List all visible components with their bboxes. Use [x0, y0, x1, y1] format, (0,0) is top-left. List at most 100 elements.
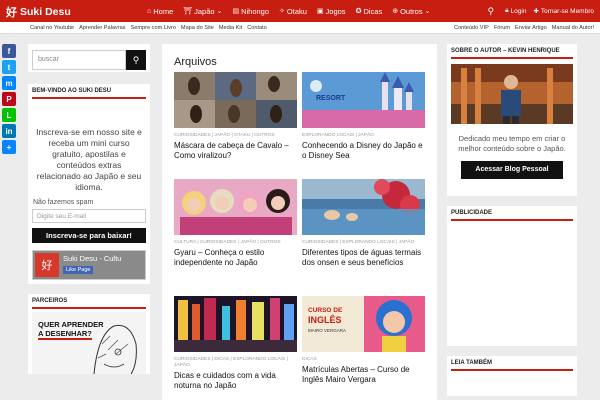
- subnav-forum[interactable]: Fórum: [494, 25, 510, 31]
- disney-resort-image: RESORT: [302, 72, 425, 128]
- author-widget: Sobre o autor – Kevin Henrique Dedicado …: [447, 44, 577, 196]
- nav-outros[interactable]: ⊕ Outros ⌄: [387, 0, 435, 22]
- left-sidebar: buscar ⚲ Bem-vindo ao Suki Desu Inscreva…: [28, 44, 150, 374]
- read-also-title: Leia também: [451, 360, 573, 371]
- nav-home[interactable]: ⌂ Home: [142, 0, 178, 22]
- post-card[interactable]: Curiosidades | Japão | Otaku | Outros Má…: [174, 72, 297, 161]
- post-thumbnail[interactable]: CURSO DE INGLÊS MAIRO VERGARA: [302, 296, 425, 352]
- post-card[interactable]: Curiosidades | Explorando Locais | Japão…: [302, 179, 425, 268]
- post-card[interactable]: RESORT Explorando Locais | Japão Conhece…: [302, 72, 425, 161]
- facebook-page-box[interactable]: 好 Suki Desu - Cultu Like Page: [32, 250, 146, 280]
- site-logo[interactable]: 好 Suki Desu: [6, 4, 71, 20]
- login-label: Login: [510, 7, 527, 15]
- line-share-icon[interactable]: L: [2, 108, 16, 122]
- nav-otaku[interactable]: ✧ Otaku: [274, 0, 312, 22]
- user-plus-icon: ✚: [533, 8, 539, 15]
- subnav-vip[interactable]: Conteúdo VIP: [454, 25, 489, 31]
- nav-jogos[interactable]: ▣ Jogos: [312, 0, 351, 22]
- personal-blog-button[interactable]: Acessar Blog Pessoal: [461, 161, 563, 179]
- course-badge-line2: INGLÊS: [308, 314, 342, 325]
- twitter-share-icon[interactable]: t: [2, 60, 16, 74]
- post-card[interactable]: Cultura | Curiosidades | Japão | Outros …: [174, 179, 297, 268]
- post-thumbnail[interactable]: [302, 179, 425, 235]
- member-link[interactable]: ✚ Tornar-se Membro: [533, 7, 594, 16]
- nav-nihongo[interactable]: ▤ Nihongo: [227, 0, 274, 22]
- sketch-drawing-image: [93, 324, 137, 374]
- partners-widget: Parceiros Quer aprender a desenhar?: [28, 294, 150, 374]
- nav-label: Dicas: [363, 6, 383, 16]
- subnav-contato[interactable]: Contato: [247, 25, 267, 31]
- pinterest-share-icon[interactable]: P: [2, 92, 16, 106]
- post-thumbnail[interactable]: RESORT: [302, 72, 425, 128]
- subnav-enviar[interactable]: Enviar Artigo: [515, 25, 547, 31]
- nav-japao[interactable]: ⛩ Japão ⌄: [178, 0, 227, 22]
- chevron-down-icon: ⌄: [424, 8, 431, 15]
- like-page-button[interactable]: Like Page: [63, 266, 94, 274]
- lock-icon: 🔒︎: [505, 7, 509, 14]
- subnav-manual[interactable]: Manual do Autor!: [552, 25, 594, 31]
- post-thumbnail[interactable]: [174, 179, 297, 235]
- post-title[interactable]: Matrículas Abertas – Curso de Inglês Mai…: [302, 365, 425, 385]
- archive-main: Arquivos Curiosidades | Japão | Otaku | …: [162, 44, 437, 400]
- subscribe-button[interactable]: Inscreva-se para baixar!: [32, 228, 146, 243]
- post-title[interactable]: Gyaru – Conheça o estilo independente no…: [174, 248, 297, 268]
- game-icon: ▣: [316, 8, 324, 15]
- post-thumbnail[interactable]: [174, 72, 297, 128]
- post-title[interactable]: Dicas e cuidados com a vida noturna no J…: [174, 371, 297, 391]
- author-photo: [451, 64, 573, 124]
- post-title[interactable]: Máscara de cabeça de Cavalo – Como viral…: [174, 141, 297, 161]
- search-input[interactable]: buscar: [32, 50, 126, 70]
- share-bar: f t m P L in +: [2, 44, 17, 154]
- messenger-share-icon[interactable]: m: [2, 76, 16, 90]
- post-card[interactable]: CURSO DE INGLÊS MAIRO VERGARA Dicas Matr…: [302, 296, 425, 385]
- post-title[interactable]: Diferentes tipos de águas termais dos on…: [302, 248, 425, 268]
- lightbulb-icon: ✪: [355, 8, 362, 15]
- search-icon[interactable]: ⚲: [487, 6, 494, 17]
- linkedin-share-icon[interactable]: in: [2, 124, 16, 138]
- subnav-mediakit[interactable]: Media Kit: [219, 25, 242, 31]
- search-button[interactable]: ⚲: [126, 50, 146, 70]
- nav-label: Outros: [400, 6, 423, 16]
- japan-icon: ⛩: [183, 8, 193, 15]
- course-badge-line1: CURSO DE: [308, 307, 343, 314]
- post-categories[interactable]: Cultura | Curiosidades | Japão | Outros: [174, 240, 297, 246]
- welcome-widget: Bem-vindo ao Suki Desu Inscreva-se em no…: [28, 84, 150, 284]
- facebook-page-logo: 好: [35, 253, 59, 277]
- night-life-image: [174, 296, 297, 352]
- logo-icon: 好: [6, 7, 17, 19]
- course-badge-line3: MAIRO VERGARA: [308, 328, 346, 333]
- subnav-palavras[interactable]: Aprender Palavras: [79, 25, 125, 31]
- facebook-share-icon[interactable]: f: [2, 44, 16, 58]
- post-categories[interactable]: Curiosidades | Japão | Otaku | Outros: [174, 133, 297, 139]
- post-categories[interactable]: Curiosidades | Explorando Locais | Japão: [302, 240, 425, 246]
- language-icon: ▤: [232, 8, 240, 15]
- post-card[interactable]: Curiosidades | Dicas | Explorando Locais…: [174, 296, 297, 391]
- subnav-youtube[interactable]: Canal no Youtube: [30, 25, 74, 31]
- onsen-image: [302, 179, 425, 235]
- nav-right: ⚲ 🔒︎ Login ✚ Tornar-se Membro: [487, 0, 594, 22]
- more-share-icon[interactable]: +: [2, 140, 16, 154]
- nav-label: Nihongo: [241, 6, 270, 16]
- plus-icon: ⊕: [392, 8, 399, 15]
- post-categories[interactable]: Curiosidades | Dicas | Explorando Locais…: [174, 357, 297, 369]
- top-navbar: 好 Suki Desu ⌂ Home ⛩ Japão ⌄ ▤ Nihongo ✧ Otak…: [0, 0, 600, 22]
- post-thumbnail[interactable]: [174, 296, 297, 352]
- post-categories[interactable]: Dicas: [302, 357, 425, 363]
- search-icon: ⚲: [132, 54, 140, 65]
- ads-widget: Publicidade: [447, 206, 577, 346]
- subnav-livro[interactable]: Sempre com Livro: [131, 25, 176, 31]
- email-field[interactable]: Digite seu E-mail: [32, 209, 146, 223]
- chevron-down-icon: ⌄: [216, 8, 223, 15]
- subnav-mapa[interactable]: Mapa do Site: [181, 25, 214, 31]
- author-title: Sobre o autor – Kevin Henrique: [451, 48, 573, 59]
- nav-label: Jogos: [325, 6, 346, 16]
- nav-label: Otaku: [286, 6, 307, 16]
- nav-label: Home: [153, 6, 174, 16]
- resort-badge-text: RESORT: [316, 95, 346, 102]
- post-categories[interactable]: Explorando Locais | Japão: [302, 133, 425, 139]
- partner-banner[interactable]: Quer aprender a desenhar?: [32, 312, 146, 374]
- post-title[interactable]: Conhecendo a Disney do Japão e o Disney …: [302, 141, 425, 161]
- login-link[interactable]: 🔒︎ Login: [505, 7, 526, 15]
- nav-dicas[interactable]: ✪ Dicas: [351, 0, 388, 22]
- secondary-nav: Canal no Youtube Aprender Palavras Sempr…: [0, 22, 600, 34]
